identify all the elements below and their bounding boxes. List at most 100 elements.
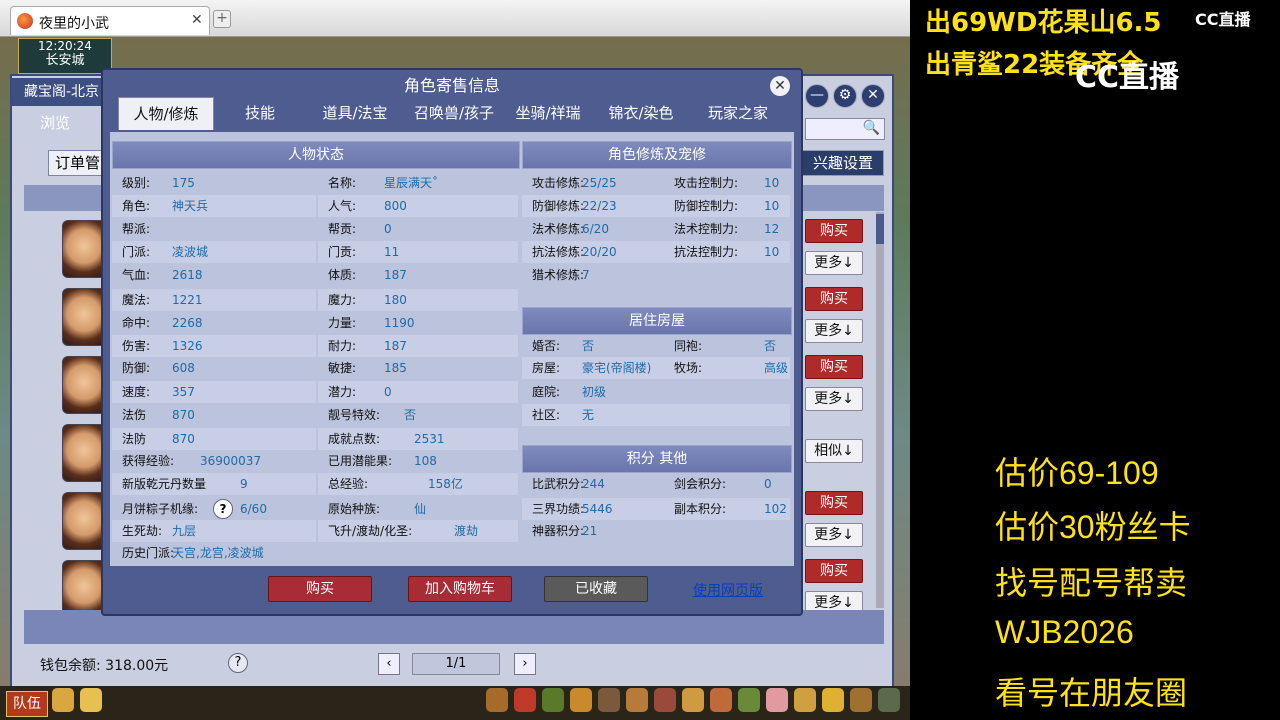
- info-label: 新版乾元丹数量: [122, 477, 207, 491]
- browse-tab[interactable]: 浏览: [40, 112, 110, 133]
- clock-city: 长安城: [45, 53, 85, 68]
- list-scrollbar[interactable]: [876, 212, 884, 608]
- info-value: 800: [384, 199, 407, 213]
- browser-tab[interactable]: 夜里的小武 ✕: [10, 6, 210, 35]
- buy-button[interactable]: 购买: [805, 559, 863, 583]
- overlay-line1: 出69WD花果山6.5: [925, 8, 1162, 38]
- chat-icon[interactable]: [80, 688, 102, 712]
- info-label: 名称:: [328, 176, 357, 190]
- team-button[interactable]: 队伍: [6, 691, 48, 717]
- info-value: 608: [172, 361, 195, 375]
- info-label: 猎术修炼:: [532, 268, 585, 282]
- tab-outfits[interactable]: 锦衣/染色: [596, 97, 686, 129]
- info-label: 帮贡:: [328, 222, 357, 236]
- sun-icon[interactable]: [822, 688, 844, 712]
- more-button[interactable]: 更多↓: [805, 319, 863, 343]
- info-row: 力量: 1190: [318, 312, 518, 334]
- tab-skills[interactable]: 技能: [218, 97, 302, 129]
- add-to-cart-button[interactable]: 加入购物车: [408, 576, 512, 602]
- interest-settings-button[interactable]: 兴趣设置: [802, 150, 884, 176]
- mic-icon[interactable]: [52, 688, 74, 712]
- peach-icon[interactable]: [766, 688, 788, 712]
- info-value: 高级: [764, 361, 789, 375]
- tab-home[interactable]: 玩家之家: [692, 97, 784, 129]
- tab-pets[interactable]: 召唤兽/孩子: [404, 97, 504, 129]
- tab-mounts[interactable]: 坐骑/祥瑞: [506, 97, 590, 129]
- search-icon[interactable]: 🔍: [863, 120, 880, 136]
- cc-logo-small: CC直播: [1195, 10, 1251, 29]
- info-row: 命中: 2268: [112, 312, 316, 334]
- info-label: 门派:: [122, 245, 151, 259]
- bag-icon[interactable]: [486, 688, 508, 712]
- info-value: 2531: [414, 432, 445, 446]
- friend-icon[interactable]: [738, 688, 760, 712]
- new-tab-button[interactable]: +: [213, 10, 231, 28]
- info-value: 6/20: [582, 222, 609, 236]
- help-icon[interactable]: ?: [228, 653, 248, 673]
- overlay-right-line: 估价30粉丝卡: [995, 509, 1191, 545]
- treasure-icon[interactable]: [570, 688, 592, 712]
- close-icon[interactable]: ✕: [861, 84, 885, 108]
- info-value: 7: [582, 268, 590, 282]
- scroll-icon[interactable]: [598, 688, 620, 712]
- avatar[interactable]: [62, 424, 106, 482]
- info-row: 伤害: 1326: [112, 335, 316, 357]
- gear-icon[interactable]: ⚙: [833, 84, 857, 108]
- avatar[interactable]: [62, 492, 106, 550]
- web-version-link[interactable]: 使用网页版: [693, 580, 763, 600]
- search-input[interactable]: 🔍: [805, 118, 885, 140]
- system-icon[interactable]: [794, 688, 816, 712]
- tab-character[interactable]: 人物/修炼: [118, 97, 214, 130]
- info-row: 法术修炼: 6/20 法术控制力: 12: [522, 218, 790, 240]
- info-value: 0: [764, 477, 772, 491]
- prev-page-button[interactable]: ‹: [378, 653, 400, 675]
- more-button[interactable]: 更多↓: [805, 387, 863, 411]
- more-button[interactable]: 更多↓: [805, 251, 863, 275]
- bell-icon[interactable]: [710, 688, 732, 712]
- info-label: 命中:: [122, 316, 151, 330]
- buy-button[interactable]: 购买: [805, 355, 863, 379]
- skill-icon[interactable]: [654, 688, 676, 712]
- avatar[interactable]: [62, 288, 106, 346]
- info-row: 历史门派: 天宫,龙宫,凌波城: [112, 542, 316, 564]
- tab-title: 夜里的小武: [39, 16, 109, 32]
- close-icon[interactable]: ✕: [770, 76, 790, 96]
- info-label: 历史门派:: [122, 546, 175, 560]
- info-value: 2618: [172, 268, 203, 282]
- favorited-button[interactable]: 已收藏: [544, 576, 648, 602]
- avatar[interactable]: [62, 356, 106, 414]
- info-label: 伤害:: [122, 339, 151, 353]
- info-value: 否: [404, 408, 417, 422]
- scrollbar-thumb[interactable]: [876, 214, 884, 244]
- quest-icon[interactable]: [626, 688, 648, 712]
- section-cultivation: 角色修炼及宠修: [522, 141, 792, 169]
- shop-icon[interactable]: [682, 688, 704, 712]
- similar-button[interactable]: 相似↓: [805, 439, 863, 463]
- more-button[interactable]: 更多↓: [805, 523, 863, 547]
- info-row: 帮派:: [112, 218, 316, 240]
- info-row: 法防 870: [112, 428, 316, 450]
- info-row: 魔力: 180: [318, 289, 518, 311]
- next-page-button[interactable]: ›: [514, 653, 536, 675]
- info-value: 0: [384, 385, 392, 399]
- buy-button[interactable]: 购买: [805, 491, 863, 515]
- map-icon[interactable]: [878, 688, 900, 712]
- info-row: 三界功绩: 5446 副本积分: 102: [522, 498, 790, 520]
- info-row: 社区: 无: [522, 404, 790, 426]
- info-label: 法伤: [122, 408, 147, 422]
- settings-icon[interactable]: [850, 688, 872, 712]
- minimize-icon[interactable]: —: [805, 84, 829, 108]
- pet-icon[interactable]: [542, 688, 564, 712]
- page-indicator: 1/1: [412, 653, 500, 675]
- buy-button[interactable]: 购买: [805, 219, 863, 243]
- avatar[interactable]: [62, 220, 106, 278]
- info-row: 庭院: 初级: [522, 381, 790, 403]
- buy-button[interactable]: 购买: [268, 576, 372, 602]
- info-label: 社区:: [532, 408, 561, 422]
- info-row: 获得经验: 36900037: [112, 450, 316, 472]
- tab-close-icon[interactable]: ✕: [191, 12, 203, 28]
- gift-icon[interactable]: [514, 688, 536, 712]
- info-row: 猎术修炼: 7: [522, 264, 790, 286]
- buy-button[interactable]: 购买: [805, 287, 863, 311]
- tab-items[interactable]: 道具/法宝: [308, 97, 402, 129]
